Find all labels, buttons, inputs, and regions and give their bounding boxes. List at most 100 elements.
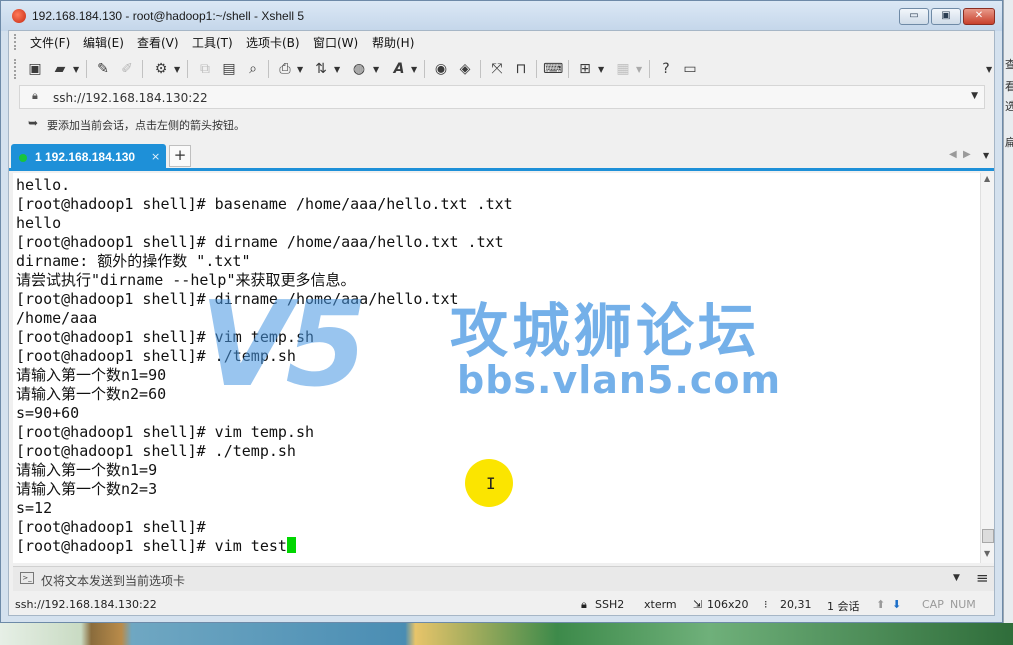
text-cursor	[286, 537, 296, 553]
lock-icon[interactable]: ⊓	[511, 59, 531, 79]
title-bar[interactable]: 192.168.184.130 - root@hadoop1:~/shell -…	[1, 1, 1002, 31]
chevron-down-icon[interactable]: ▼	[986, 65, 992, 74]
close-tab-icon[interactable]: ×	[151, 150, 160, 163]
globe-icon[interactable]: ◍	[349, 59, 369, 79]
hamburger-menu-icon[interactable]: ≡	[976, 569, 989, 587]
terminal-line: [root@hadoop1 shell]# vim temp.sh	[16, 423, 315, 441]
menu-view[interactable]: 查看(V)	[137, 34, 179, 51]
terminal-line: 请输入第一个数n1=90	[16, 366, 167, 384]
terminal-prompt-line[interactable]: [root@hadoop1 shell]# vim test	[16, 537, 296, 556]
fullscreen-icon[interactable]: ⤧	[487, 59, 507, 79]
chevron-down-icon[interactable]: ▼	[971, 91, 978, 101]
status-terminal: xterm	[644, 598, 677, 611]
chevron-down-icon[interactable]: ▼	[373, 65, 379, 74]
chevron-down-icon[interactable]: ▼	[598, 65, 604, 74]
layout-icon[interactable]: ▦	[613, 59, 633, 79]
prompt-text: [root@hadoop1 shell]# vim test	[16, 537, 287, 555]
toolbar-separator	[649, 60, 650, 78]
menu-tab[interactable]: 选项卡(B)	[246, 34, 300, 51]
xftp-icon[interactable]: ◉	[431, 59, 451, 79]
open-folder-icon[interactable]: ▰	[50, 59, 70, 79]
address-bar[interactable]: 🔒︎ ssh://192.168.184.130:22 ▼	[19, 85, 985, 109]
new-session-icon[interactable]: ▣	[25, 59, 45, 79]
connected-status-icon	[19, 154, 27, 162]
minimize-button[interactable]: ▭	[899, 8, 929, 25]
scroll-thumb[interactable]	[982, 529, 994, 543]
font-icon[interactable]: A	[389, 59, 409, 79]
connect-icon[interactable]: ✎	[93, 59, 113, 79]
close-button[interactable]: ✕	[963, 8, 995, 25]
chevron-down-icon[interactable]: ▼	[174, 65, 180, 74]
cursor-position-icon: ⁝	[764, 598, 768, 611]
address-value[interactable]: ssh://192.168.184.130:22	[53, 91, 208, 105]
paste-icon[interactable]: ▤	[219, 59, 239, 79]
script-icon[interactable]: ◈	[455, 59, 475, 79]
menu-edit[interactable]: 编辑(E)	[83, 34, 124, 51]
window-title: 192.168.184.130 - root@hadoop1:~/shell -…	[32, 9, 305, 23]
keyboard-icon[interactable]: ⌨	[543, 59, 563, 79]
session-hint-bar: ➥ 要添加当前会话，点击左侧的箭头按钮。	[19, 113, 989, 135]
status-protocol: SSH2	[595, 598, 625, 611]
find-icon[interactable]: ⌕	[243, 59, 263, 79]
terminal-line: dirname: 额外的操作数 ".txt"	[16, 252, 251, 270]
terminal-line: [root@hadoop1 shell]# basename /home/aaa…	[16, 195, 513, 213]
chevron-right-icon[interactable]: ▶	[963, 149, 971, 160]
disconnect-icon[interactable]: ✐	[117, 59, 137, 79]
toolbar: ▣ ▰ ▼ ✎ ✐ ⚙ ▼ ⧉ ▤ ⌕ ⎙ ▼ ⇅ ▼ ◍ ▼ A ▼ ◉ ◈	[9, 55, 994, 83]
chevron-down-icon[interactable]: ▼	[73, 65, 79, 74]
xshell-app-icon	[12, 9, 26, 23]
terminal-line: /home/aaa	[16, 309, 98, 327]
new-tab-icon[interactable]: ⊞	[575, 59, 595, 79]
status-cap: CAP	[922, 598, 944, 611]
scroll-up-icon[interactable]: ▲	[984, 174, 990, 183]
scroll-down-icon[interactable]: ▼	[984, 549, 990, 558]
menu-window[interactable]: 窗口(W)	[313, 34, 358, 51]
add-tab-button[interactable]: +	[169, 145, 191, 167]
download-arrow-icon[interactable]: ⬇	[892, 598, 901, 611]
chevron-left-icon[interactable]: ◀	[949, 149, 957, 160]
menu-help[interactable]: 帮助(H)	[372, 34, 414, 51]
toolbar-separator	[86, 60, 87, 78]
upload-arrow-icon[interactable]: ⬆	[876, 598, 885, 611]
chevron-down-icon[interactable]: ▼	[411, 65, 417, 74]
terminal-line: [root@hadoop1 shell]# dirname /home/aaa/…	[16, 233, 504, 251]
maximize-button[interactable]: ▣	[931, 8, 961, 25]
desktop-background-bottom	[0, 623, 1013, 645]
terminal-line: [root@hadoop1 shell]# vim temp.sh	[16, 328, 315, 346]
menu-bar: 文件(F) 编辑(E) 查看(V) 工具(T) 选项卡(B) 窗口(W) 帮助(…	[9, 31, 994, 53]
compose-bar[interactable]: >_ 仅将文本发送到当前选项卡 ▼ ≡	[13, 566, 994, 591]
chevron-down-icon[interactable]: ▼	[297, 65, 303, 74]
tab-bar: 1 192.168.184.130 × + ◀ ▶ ▼	[9, 141, 994, 171]
ibeam-cursor-icon: I	[486, 474, 496, 493]
print-icon[interactable]: ⎙	[275, 59, 295, 79]
session-hint-text: 要添加当前会话，点击左侧的箭头按钮。	[47, 119, 245, 132]
terminal-line: hello.	[16, 176, 71, 194]
properties-icon[interactable]: ⚙	[151, 59, 171, 79]
chevron-down-icon[interactable]: ▼	[983, 151, 989, 160]
terminal-scrollbar[interactable]: ▲ ▼	[980, 173, 994, 563]
tab-label: 1 192.168.184.130	[35, 150, 136, 164]
compose-placeholder[interactable]: 仅将文本发送到当前选项卡	[41, 572, 185, 589]
chevron-down-icon[interactable]: ▼	[636, 65, 642, 74]
arrow-icon[interactable]: ➥	[28, 116, 38, 130]
terminal-line: hello	[16, 214, 62, 232]
toolbar-separator	[142, 60, 143, 78]
terminal-line: s=12	[16, 499, 53, 517]
menu-tools[interactable]: 工具(T)	[192, 34, 233, 51]
status-sessions: 1 会话	[827, 600, 860, 613]
toolbar-separator	[187, 60, 188, 78]
chevron-down-icon[interactable]: ▼	[953, 573, 960, 583]
terminal-line: s=90+60	[16, 404, 80, 422]
compose-icon[interactable]: >_	[20, 572, 34, 584]
chevron-down-icon[interactable]: ▼	[334, 65, 340, 74]
desktop-char: 查	[1005, 56, 1013, 72]
status-num: NUM	[950, 598, 976, 611]
menu-file[interactable]: 文件(F)	[30, 34, 70, 51]
copy-icon[interactable]: ⧉	[195, 59, 215, 79]
transfer-icon[interactable]: ⇅	[311, 59, 331, 79]
chat-icon[interactable]: ▭	[680, 59, 700, 79]
help-icon[interactable]: ?	[656, 59, 676, 79]
tab-session[interactable]: 1 192.168.184.130 ×	[11, 144, 166, 171]
toolbar-separator	[480, 60, 481, 78]
toolbar-separator	[536, 60, 537, 78]
